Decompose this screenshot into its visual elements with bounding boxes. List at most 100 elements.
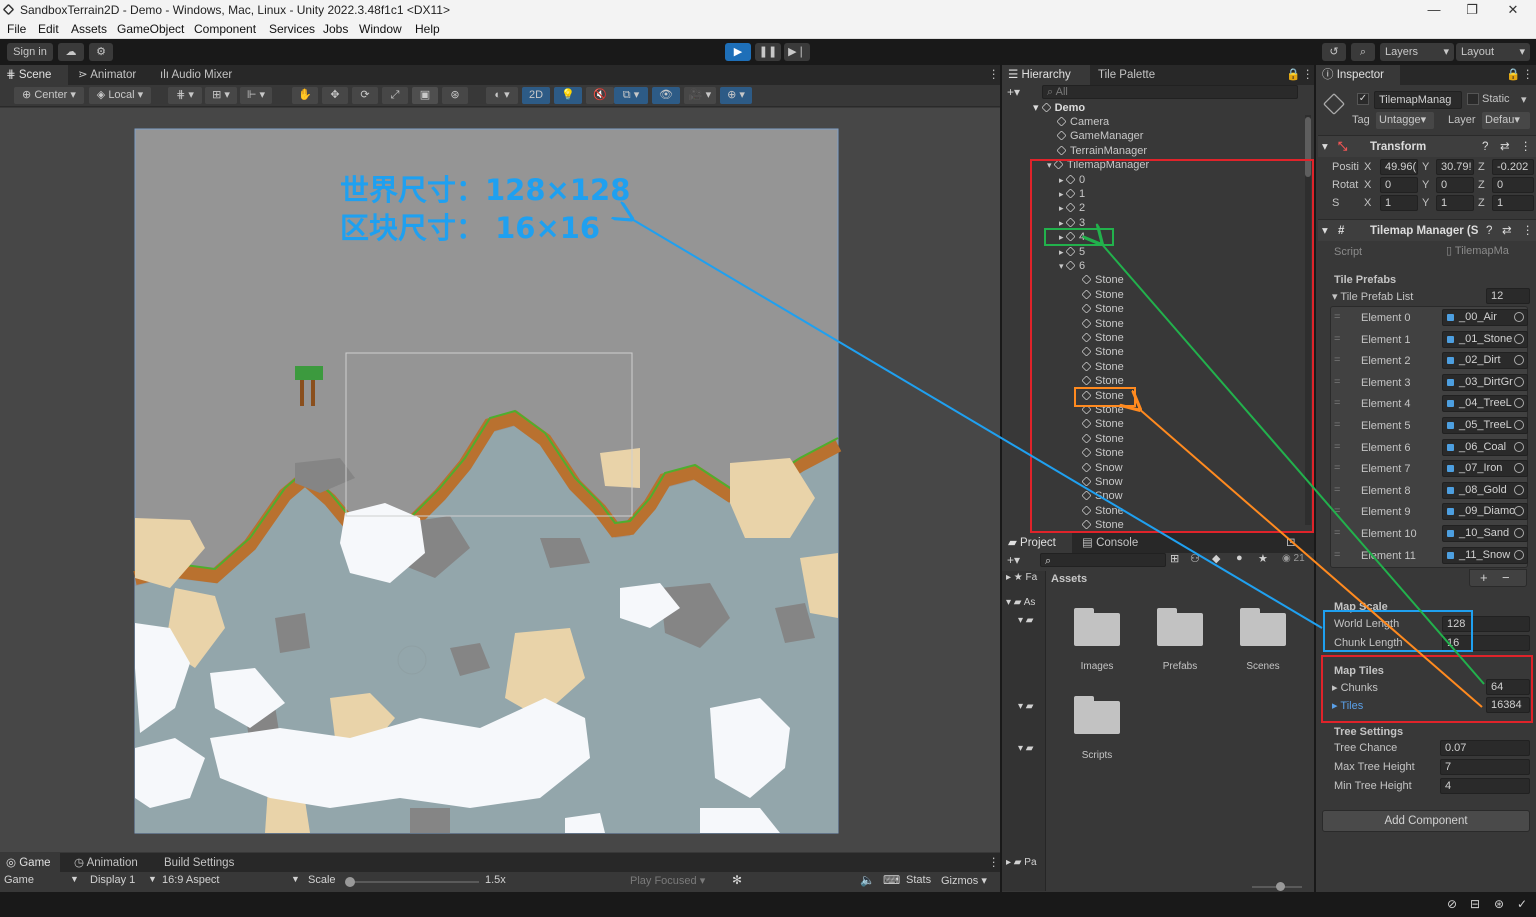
element-object-field[interactable]: _00_Air xyxy=(1442,309,1528,326)
more-icon[interactable]: ⋮ xyxy=(982,65,1000,85)
more-icon[interactable]: ⋮ xyxy=(982,853,1000,873)
world-length-field[interactable]: 128 xyxy=(1442,616,1530,632)
object-picker-icon[interactable] xyxy=(1514,463,1524,474)
drag-handle-icon[interactable]: = xyxy=(1334,527,1340,539)
aspect-dropdown[interactable]: 16:9 Aspect xyxy=(162,874,220,886)
object-picker-icon[interactable] xyxy=(1514,333,1524,344)
project-search-input[interactable]: ⌕ xyxy=(1040,553,1166,567)
static-checkbox[interactable] xyxy=(1467,93,1479,105)
element-object-field[interactable]: _02_Dirt xyxy=(1442,352,1528,370)
search-filter-icon[interactable]: ⊞ xyxy=(1170,552,1179,565)
transform-z-field[interactable]: 1 xyxy=(1492,195,1534,211)
assets-node[interactable]: ▾ ▰ As xyxy=(1006,597,1035,608)
hierarchy-item[interactable]: Stone xyxy=(1081,345,1124,359)
ruler-icon[interactable]: ⊩ ▾ xyxy=(240,87,272,104)
menu-component[interactable]: Component xyxy=(194,22,256,36)
play-focused-dropdown[interactable]: Play Focused ▾ xyxy=(630,874,705,887)
object-picker-icon[interactable] xyxy=(1514,398,1524,409)
transform-y-field[interactable]: 0 xyxy=(1436,177,1474,193)
folder-icon[interactable] xyxy=(1074,696,1120,734)
status-icon[interactable]: ⊟ xyxy=(1470,897,1480,911)
drag-handle-icon[interactable]: = xyxy=(1334,462,1340,474)
increment-snap-icon[interactable]: ⊞ ▾ xyxy=(205,87,237,104)
foldout-icon[interactable]: ▸ xyxy=(1059,203,1066,213)
add-component-button[interactable]: Add Component xyxy=(1322,810,1530,832)
pause-button[interactable]: ❚❚ xyxy=(755,43,781,61)
help-icon[interactable]: ? xyxy=(1482,136,1488,158)
grid-snap-icon[interactable]: ⋕ ▾ xyxy=(168,87,202,104)
object-name-field[interactable]: TilemapManag xyxy=(1374,91,1462,109)
max-tree-height-field[interactable]: 7 xyxy=(1440,759,1530,775)
element-object-field[interactable]: _11_Snow xyxy=(1442,546,1528,564)
hierarchy-item[interactable]: ▸ 0 xyxy=(1059,173,1085,187)
menu-edit[interactable]: Edit xyxy=(38,22,59,36)
hierarchy-item[interactable]: Snow xyxy=(1081,461,1123,475)
cloud-icon[interactable]: ☁ xyxy=(58,43,84,61)
transform-x-field[interactable]: 0 xyxy=(1380,177,1418,193)
move-tool-icon[interactable]: ✥ xyxy=(322,87,348,104)
tab-animation[interactable]: ◷ Animation xyxy=(68,853,148,873)
gizmos-icon[interactable]: ⊕ ▾ xyxy=(720,87,752,104)
tab-build-settings[interactable]: Build Settings xyxy=(158,853,248,873)
hierarchy-item[interactable]: GameManager xyxy=(1056,129,1143,143)
folder-icon[interactable] xyxy=(1157,608,1203,646)
hierarchy-item[interactable]: Stone xyxy=(1081,317,1124,331)
step-button[interactable]: ▶❘ xyxy=(784,43,810,61)
add-icon[interactable]: +▾ xyxy=(1007,85,1020,99)
tab-hierarchy[interactable]: ☰ Hierarchy xyxy=(1002,65,1090,85)
hierarchy-item[interactable]: ▸ 3 xyxy=(1059,216,1085,230)
bug-icon[interactable]: ✻ xyxy=(732,873,742,887)
tab-animator[interactable]: ⋗ Animator xyxy=(72,65,152,85)
preset-icon[interactable]: ⇄ xyxy=(1502,220,1512,242)
transform-z-field[interactable]: 0 xyxy=(1492,177,1534,193)
draw-mode-icon[interactable]: ◐ ▾ xyxy=(486,87,518,104)
lock-icon[interactable]: 🔒 xyxy=(1500,65,1520,85)
hierarchy-item[interactable]: TerrainManager xyxy=(1056,144,1147,158)
hierarchy-item[interactable]: Stone xyxy=(1081,432,1124,446)
foldout-icon[interactable]: ▾ xyxy=(1047,160,1054,170)
object-picker-icon[interactable] xyxy=(1514,376,1524,387)
type-filter-icon[interactable]: ⚇ xyxy=(1190,552,1200,565)
element-object-field[interactable]: _08_Gold xyxy=(1442,481,1528,499)
tile-prefab-list-foldout[interactable]: ▾ Tile Prefab List xyxy=(1332,290,1413,303)
hierarchy-scrollbar[interactable] xyxy=(1305,115,1311,525)
element-object-field[interactable]: _10_Sand xyxy=(1442,525,1528,542)
scale-tool-icon[interactable]: ⤢ xyxy=(382,87,408,104)
camera-icon[interactable]: 🎥 ▾ xyxy=(684,87,716,104)
drag-handle-icon[interactable]: = xyxy=(1334,441,1340,453)
history-icon[interactable]: ↺ xyxy=(1322,43,1346,61)
add-icon[interactable]: +▾ xyxy=(1007,553,1020,567)
more-icon[interactable]: ⋮ xyxy=(1522,220,1534,242)
effects-icon[interactable]: ⧉ ▾ xyxy=(614,87,648,104)
mute-audio-icon[interactable]: 🔈 xyxy=(860,873,875,887)
tree-chance-field[interactable]: 0.07 xyxy=(1440,740,1530,756)
drag-handle-icon[interactable]: = xyxy=(1334,419,1340,431)
min-tree-height-field[interactable]: 4 xyxy=(1440,778,1530,794)
more-icon[interactable]: ⋮ xyxy=(1516,65,1534,85)
hierarchy-item[interactable]: Camera xyxy=(1056,115,1109,129)
hierarchy-item[interactable]: Stone xyxy=(1081,288,1124,302)
toggle-2d-button[interactable]: 2D xyxy=(522,87,550,104)
menu-assets[interactable]: Assets xyxy=(71,22,107,36)
element-object-field[interactable]: _06_Coal xyxy=(1442,438,1528,456)
object-picker-icon[interactable] xyxy=(1514,528,1524,538)
transform-x-field[interactable]: 1 xyxy=(1380,195,1418,211)
status-icon[interactable]: ✓ xyxy=(1517,897,1527,911)
folder-icon[interactable] xyxy=(1074,608,1120,646)
tab-scene[interactable]: ⋕ Scene xyxy=(0,65,68,85)
audio-icon[interactable]: 🔇 xyxy=(586,87,614,104)
hierarchy-item[interactable]: Stone xyxy=(1081,374,1124,388)
tag-dropdown[interactable]: Untagge▾ xyxy=(1376,112,1434,129)
hierarchy-item[interactable]: ▸ 4 xyxy=(1059,230,1085,244)
collab-icon[interactable]: ⚙ xyxy=(89,43,113,61)
rotate-tool-icon[interactable]: ⟳ xyxy=(352,87,378,104)
element-object-field[interactable]: _04_TreeL xyxy=(1442,395,1528,413)
game-mode-dropdown[interactable]: Game xyxy=(4,874,34,886)
element-object-field[interactable]: _05_TreeL xyxy=(1442,417,1528,434)
hierarchy-item[interactable]: Stone xyxy=(1081,504,1124,518)
object-picker-icon[interactable] xyxy=(1514,420,1524,430)
chunk-length-field[interactable]: 16 xyxy=(1442,635,1530,651)
scale-slider[interactable] xyxy=(345,876,487,888)
more-icon[interactable]: ⋮ xyxy=(1520,136,1532,158)
transform-header[interactable]: ▾ ⤡ Transform ? ⇄ ⋮ xyxy=(1318,135,1536,157)
